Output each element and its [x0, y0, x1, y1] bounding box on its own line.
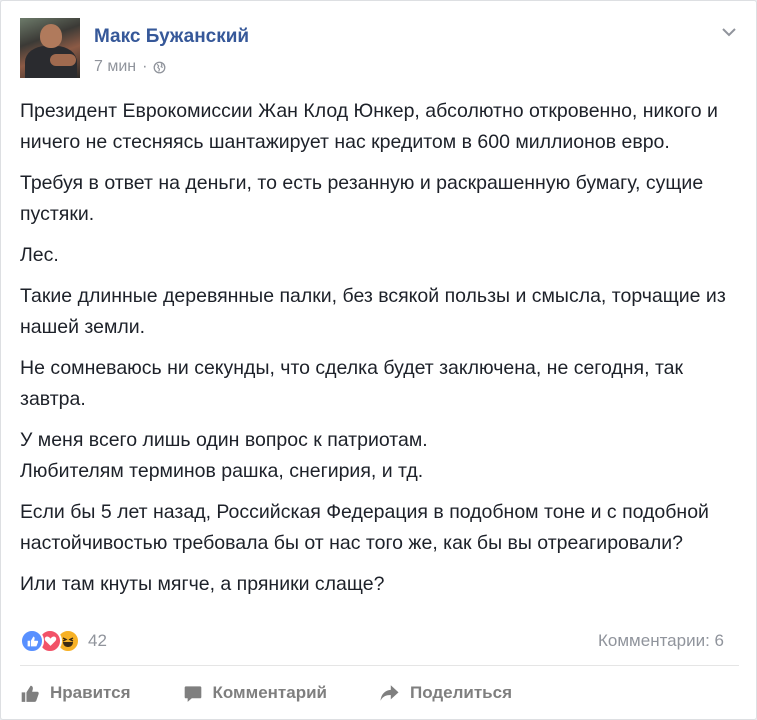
post-paragraph: Или там кнуты мягче, а пряники слаще? [20, 573, 385, 595]
comment-icon [184, 685, 201, 702]
like-button[interactable]: Нравится [20, 683, 131, 703]
post-card: Макс Бужанский 7 мин · Президент Евроком… [0, 0, 757, 720]
share-arrow-icon [380, 685, 399, 701]
chevron-down-icon[interactable] [721, 26, 737, 38]
avatar-head [40, 24, 62, 48]
comment-button-label: Комментарий [212, 683, 327, 702]
post-timestamp[interactable]: 7 мин [94, 58, 136, 76]
comment-button[interactable]: Комментарий [183, 683, 327, 703]
comments-count-link[interactable]: Комментарии: 6 [598, 631, 724, 651]
reactions-summary[interactable]: 42 [20, 627, 107, 655]
avatar[interactable] [20, 18, 80, 78]
meta-separator: · [142, 58, 148, 75]
post-meta: 7 мин · [94, 58, 166, 76]
like-icon [20, 629, 44, 653]
action-bar: Нравится Комментарий Поделиться [20, 677, 564, 709]
like-button-label: Нравится [50, 683, 131, 702]
post-header: Макс Бужанский 7 мин · [20, 18, 741, 82]
avatar-arm [50, 54, 76, 66]
divider [20, 665, 739, 666]
post-paragraph: Если бы 5 лет назад, Российская Федераци… [20, 501, 709, 554]
globe-icon [154, 61, 166, 73]
post-paragraph: Требуя в ответ на деньги, то есть резанн… [20, 172, 704, 225]
post-content: Президент Еврокомиссии Жан Клод Юнкер, а… [20, 96, 744, 610]
reaction-count[interactable]: 42 [88, 631, 107, 651]
post-paragraph: Такие длинные деревянные палки, без всяк… [20, 285, 726, 338]
post-paragraph: Не сомневаюсь ни секунды, что сделка буд… [20, 357, 684, 410]
share-button[interactable]: Поделиться [379, 683, 512, 703]
post-paragraph: Лес. [20, 244, 59, 266]
author-name[interactable]: Макс Бужанский [94, 26, 249, 48]
post-paragraph: Президент Еврокомиссии Жан Клод Юнкер, а… [20, 100, 718, 153]
thumbs-up-icon [21, 685, 39, 702]
post-paragraph: У меня всего лишь один вопрос к патриота… [20, 429, 428, 482]
share-button-label: Поделиться [409, 683, 513, 702]
